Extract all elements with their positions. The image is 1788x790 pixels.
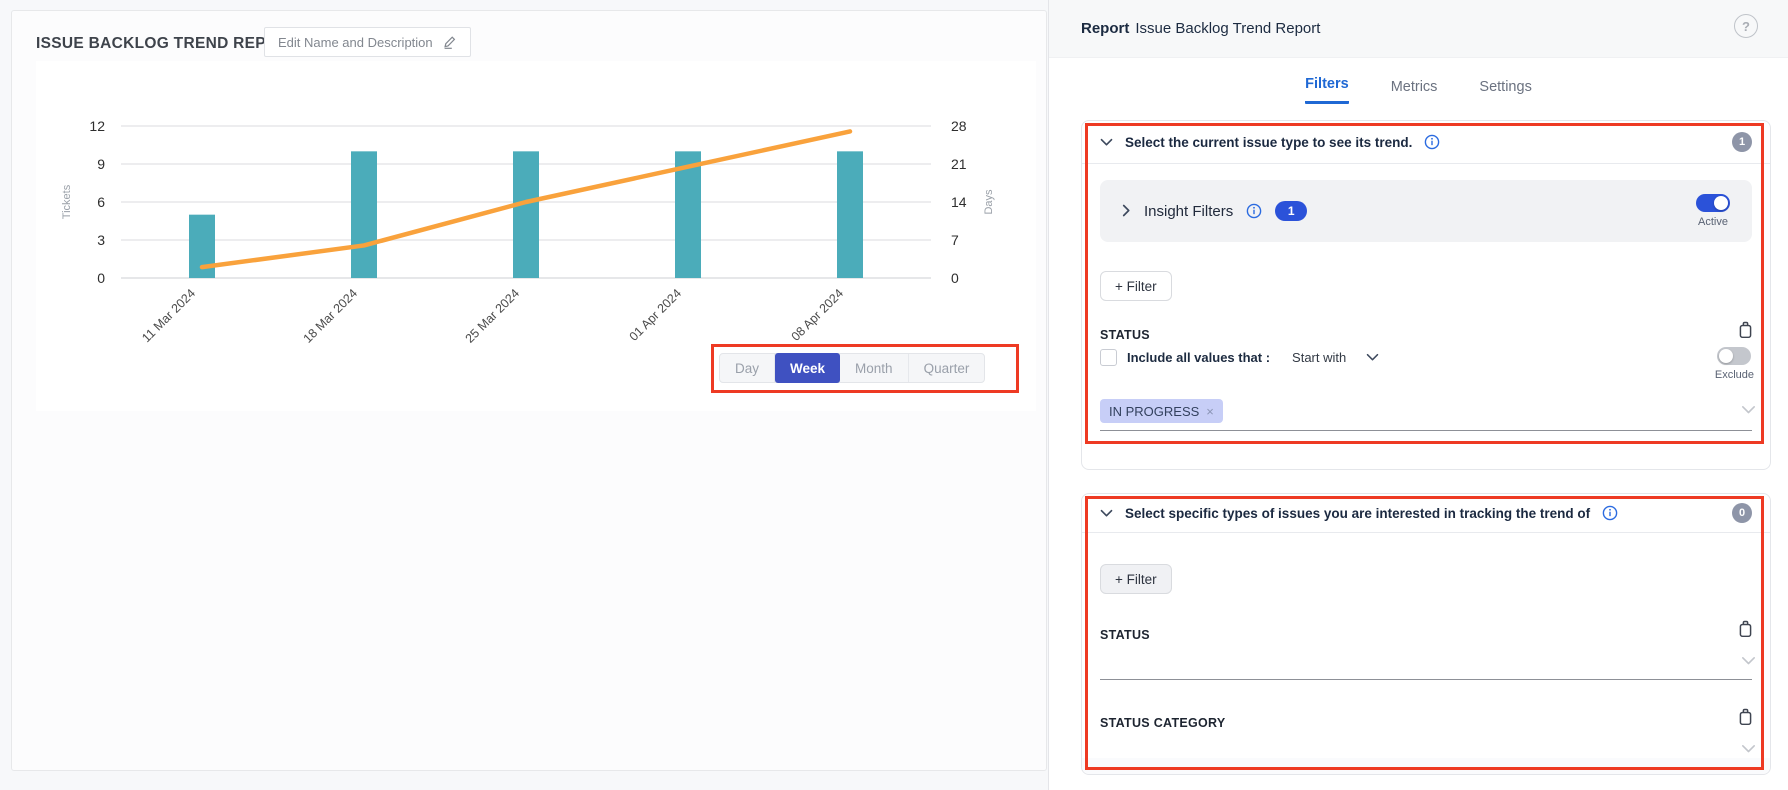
- svg-text:0: 0: [97, 270, 105, 286]
- status-category-field-label: STATUS CATEGORY: [1100, 716, 1226, 730]
- status-category-dropdown-chevron-icon[interactable]: [1741, 744, 1756, 754]
- svg-text:3: 3: [97, 232, 105, 248]
- toggle-knob: [1714, 196, 1728, 210]
- include-all-checkbox[interactable]: [1100, 349, 1117, 366]
- status-dropdown-chevron-icon[interactable]: [1741, 656, 1756, 666]
- pencil-icon: [442, 35, 457, 50]
- panel-header-label: Report: [1081, 20, 1129, 37]
- info-icon[interactable]: [1602, 505, 1618, 521]
- report-settings-panel: Report Issue Backlog Trend Report ? Filt…: [1048, 0, 1788, 790]
- panel-tabs: Filters Metrics Settings: [1049, 58, 1788, 104]
- include-all-label: Include all values that :: [1127, 350, 1270, 365]
- chevron-right-icon[interactable]: [1122, 204, 1131, 218]
- svg-text:0: 0: [951, 270, 959, 286]
- operator-select[interactable]: Start with: [1292, 350, 1379, 365]
- info-icon[interactable]: [1424, 134, 1440, 150]
- delete-status-filter-button[interactable]: [1737, 321, 1754, 339]
- status-value-chip: IN PROGRESS ×: [1100, 399, 1223, 423]
- svg-text:Days: Days: [983, 189, 995, 215]
- info-icon[interactable]: [1246, 203, 1262, 219]
- trash-icon: [1737, 626, 1754, 641]
- delete-status-filter-button[interactable]: [1737, 620, 1754, 638]
- panel-header: Report Issue Backlog Trend Report: [1049, 0, 1788, 58]
- granularity-month-button[interactable]: Month: [840, 354, 909, 382]
- svg-text:14: 14: [951, 194, 967, 210]
- delete-status-category-filter-button[interactable]: [1737, 708, 1754, 726]
- report-canvas-card: ISSUE BACKLOG TREND REPORT Edit Name and…: [11, 10, 1047, 771]
- section2-count-badge: 0: [1732, 503, 1752, 523]
- granularity-day-button[interactable]: Day: [720, 354, 775, 382]
- add-filter-button[interactable]: + Filter: [1100, 564, 1172, 594]
- exclude-toggle-group: Exclude: [1715, 347, 1754, 381]
- chevron-down-icon[interactable]: [1100, 138, 1113, 147]
- status-field-label: STATUS: [1100, 628, 1150, 642]
- tab-metrics[interactable]: Metrics: [1391, 79, 1438, 104]
- active-toggle-label: Active: [1698, 216, 1728, 228]
- tab-filters[interactable]: Filters: [1305, 76, 1349, 104]
- svg-text:Tickets: Tickets: [61, 184, 73, 219]
- status-value-label: IN PROGRESS: [1109, 404, 1199, 419]
- exclude-toggle[interactable]: [1717, 347, 1751, 365]
- remove-value-icon[interactable]: ×: [1206, 404, 1214, 419]
- granularity-week-button[interactable]: Week: [775, 353, 840, 383]
- exclude-toggle-label: Exclude: [1715, 369, 1754, 381]
- section2-header: Select specific types of issues you are …: [1082, 494, 1770, 533]
- tab-settings[interactable]: Settings: [1479, 79, 1531, 104]
- svg-text:25 Mar 2024: 25 Mar 2024: [463, 286, 523, 346]
- include-values-row: Include all values that : Start with: [1100, 349, 1379, 366]
- toggle-knob: [1719, 349, 1733, 363]
- values-dropdown-chevron-icon[interactable]: [1741, 405, 1756, 415]
- edit-name-label: Edit Name and Description: [278, 35, 433, 50]
- annotation-box-section1: [1085, 123, 1764, 444]
- granularity-quarter-button[interactable]: Quarter: [909, 354, 985, 382]
- section1-header: Select the current issue type to see its…: [1082, 121, 1770, 164]
- svg-text:6: 6: [97, 194, 105, 210]
- page-title: ISSUE BACKLOG TREND REPORT: [36, 35, 300, 53]
- insight-filters-label: Insight Filters: [1144, 203, 1233, 220]
- insight-filters-card: Insight Filters 1 Active: [1100, 180, 1752, 242]
- svg-text:7: 7: [951, 232, 959, 248]
- trash-icon: [1737, 327, 1754, 342]
- svg-text:28: 28: [951, 118, 967, 134]
- svg-text:9: 9: [97, 156, 105, 172]
- section2-title: Select specific types of issues you are …: [1125, 506, 1590, 521]
- section1-count-badge: 1: [1732, 132, 1752, 152]
- chevron-down-icon[interactable]: [1100, 509, 1113, 518]
- status-field-label: STATUS: [1100, 328, 1150, 342]
- chevron-down-icon: [1366, 353, 1379, 362]
- section1-title: Select the current issue type to see its…: [1125, 135, 1412, 150]
- edit-name-button[interactable]: Edit Name and Description: [264, 27, 471, 57]
- help-icon[interactable]: ?: [1734, 14, 1758, 38]
- svg-text:01 Apr 2024: 01 Apr 2024: [627, 286, 685, 344]
- svg-text:08 Apr 2024: 08 Apr 2024: [789, 286, 847, 344]
- granularity-toggle: Day Week Month Quarter: [719, 353, 985, 383]
- add-filter-button[interactable]: + Filter: [1100, 271, 1172, 301]
- panel-header-title: Issue Backlog Trend Report: [1135, 20, 1320, 37]
- active-toggle-group: Active: [1696, 194, 1730, 228]
- insight-filters-count-badge: 1: [1275, 201, 1307, 221]
- active-toggle[interactable]: [1696, 194, 1730, 212]
- select-underline: [1100, 430, 1752, 431]
- trash-icon: [1737, 714, 1754, 729]
- svg-text:18 Mar 2024: 18 Mar 2024: [301, 286, 361, 346]
- svg-text:12: 12: [89, 118, 105, 134]
- operator-value: Start with: [1292, 350, 1346, 365]
- filter-section-specific-issue-types: Select specific types of issues you are …: [1081, 493, 1771, 775]
- filter-section-current-issue-type: Select the current issue type to see its…: [1081, 120, 1771, 470]
- section2-footer: [1082, 758, 1770, 774]
- svg-text:11 Mar 2024: 11 Mar 2024: [139, 286, 198, 345]
- select-underline: [1100, 679, 1752, 680]
- svg-text:21: 21: [951, 156, 967, 172]
